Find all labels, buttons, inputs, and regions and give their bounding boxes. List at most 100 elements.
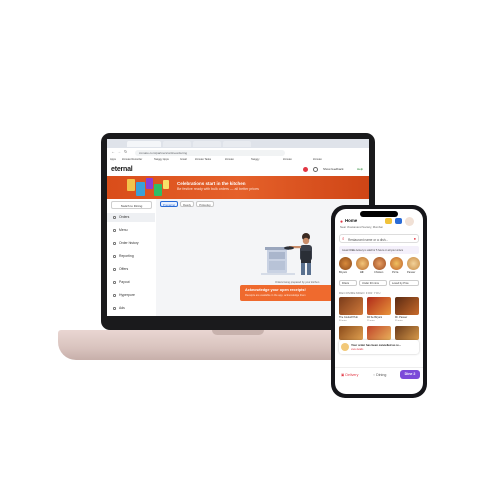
sidebar-item-orders[interactable]: Orders: [107, 213, 155, 222]
category-chicken[interactable]: [373, 257, 386, 270]
bottom-tab-label: Delivery: [345, 373, 359, 377]
location-subtitle: Near Vivekanand Society, Mumbai: [340, 225, 383, 229]
bookmark[interactable]: Zomato: [225, 158, 234, 161]
phone-screen: ● Home Near Vivekanand Society, Mumbai ⌕…: [335, 209, 423, 394]
promo-strip[interactable]: Great FREE delivery is valid for 5 hours…: [339, 246, 419, 254]
sidebar-item-hyperpure[interactable]: Hyperpure: [107, 291, 155, 300]
tab-pickedup[interactable]: Pickedup: [196, 201, 214, 207]
offers-badge-icon[interactable]: [395, 218, 402, 224]
sidebar-item-order-history[interactable]: Order history: [107, 239, 155, 248]
category-biryani[interactable]: [339, 257, 352, 270]
bookmark[interactable]: Swiggy Apps: [154, 158, 169, 161]
dining-cta-button[interactable]: Dine 2: [400, 370, 420, 379]
help-link[interactable]: Help: [357, 167, 363, 171]
under-30-chip[interactable]: Under 30 mins: [359, 280, 387, 286]
category-pizza[interactable]: [390, 257, 403, 270]
filter-chip-label: Loved by Pros: [392, 282, 409, 286]
bookmark[interactable]: Zomato Tasks: [195, 158, 211, 161]
search-icon: ⌕: [342, 236, 345, 241]
dining-icon: ◌: [373, 373, 376, 377]
order-cancelled-toast[interactable]: Your order has been cancelled as re... v…: [339, 340, 419, 354]
eternal-logo: eternal: [111, 166, 133, 173]
browser-tab[interactable]: [193, 141, 221, 147]
category-paneer[interactable]: [407, 257, 420, 270]
tab-dining[interactable]: ◌ Dining: [373, 371, 386, 379]
gift-box-illustration: [136, 182, 145, 196]
gift-box-illustration: [127, 179, 135, 191]
bookmark[interactable]: Zomato: [283, 158, 292, 161]
restaurant-card[interactable]: [395, 297, 419, 315]
sidebar-item-reporting[interactable]: Reporting: [107, 252, 155, 261]
back-icon[interactable]: ←: [111, 149, 115, 154]
sidebar-item-ads[interactable]: Ads: [107, 304, 155, 313]
phone-dynamic-island: [360, 211, 398, 217]
restaurant-meta: 30 mins: [339, 320, 347, 322]
toast-title: Your order has been cancelled as re...: [351, 343, 402, 347]
sidebar-item-label: Offers: [119, 267, 129, 271]
category-label: Paneer: [407, 271, 416, 274]
history-icon: [113, 242, 116, 245]
laptop-opening-notch: [212, 330, 264, 335]
gift-box-illustration: [163, 180, 169, 189]
reload-icon[interactable]: ↻: [124, 149, 127, 154]
restaurant-meta: 25 mins: [367, 320, 375, 322]
category-label: All: [360, 271, 364, 274]
promo-text: Great FREE delivery is valid for 5 hours…: [342, 248, 404, 252]
search-placeholder: Restaurant name or a dish...: [348, 237, 389, 242]
profile-avatar[interactable]: [405, 217, 414, 226]
gold-badge-icon[interactable]: [385, 218, 392, 224]
forward-icon[interactable]: →: [117, 149, 121, 154]
restaurant-card[interactable]: [395, 326, 419, 340]
restaurant-card[interactable]: [367, 326, 391, 340]
restaurant-card[interactable]: [367, 297, 391, 315]
browser-tab[interactable]: [163, 141, 191, 147]
filters-chip[interactable]: Filters: [339, 280, 357, 286]
category-label: Chicken: [374, 271, 384, 274]
bookmark[interactable]: Zomato Recorder: [122, 158, 142, 161]
mic-icon[interactable]: ●: [414, 236, 416, 241]
browser-tab[interactable]: [223, 141, 251, 147]
toast-link[interactable]: view details: [351, 348, 363, 351]
ack-subtitle: Receipts are available in the app, ackno…: [245, 294, 306, 297]
sidebar-item-payout[interactable]: Payout: [107, 278, 155, 287]
category-label: Pizza: [392, 271, 399, 274]
tab-preparing[interactable]: Preparing: [160, 201, 178, 207]
sidebar-item-label: Order history: [119, 241, 139, 245]
sidebar-item-menu[interactable]: Menu: [107, 226, 155, 235]
settings-icon[interactable]: [313, 167, 318, 172]
notification-icon[interactable]: [303, 167, 308, 172]
bookmark[interactable]: Zomato: [313, 158, 322, 161]
bookmark[interactable]: Swiggy: [251, 158, 259, 161]
search-bar[interactable]: ⌕ Restaurant name or a dish... ●: [339, 234, 419, 243]
switch-to-dining-button[interactable]: Switch to Dining: [111, 201, 152, 209]
sidebar: Switch to Dining Orders Menu Order histo…: [107, 199, 157, 316]
orders-icon: [113, 216, 116, 219]
delivery-icon: ▣: [341, 373, 345, 377]
filter-chip-label: Under 30 mins: [362, 282, 379, 286]
loved-by-pros-chip[interactable]: Loved by Pros: [389, 280, 419, 286]
payout-icon: [113, 281, 116, 284]
address-bar[interactable]: zomato.com/partners/onlineordering: [135, 149, 285, 156]
bookmark[interactable]: Gmail: [180, 158, 187, 161]
sidebar-item-offers[interactable]: Offers: [107, 265, 155, 274]
tab-ready[interactable]: Ready: [180, 201, 194, 207]
restaurant-card[interactable]: [339, 297, 363, 315]
banner-title: Celebrations start in the kitchen: [177, 181, 246, 186]
banner-subtitle: Be festive ready with bulk orders — all …: [177, 187, 259, 191]
promo-banner[interactable]: Celebrations start in the kitchen Be fes…: [107, 176, 369, 199]
tab-delivery[interactable]: ▣ Delivery: [341, 371, 358, 379]
browser-tab-strip: [107, 139, 369, 148]
location-title[interactable]: Home: [345, 218, 357, 223]
gift-box-illustration: [154, 184, 162, 196]
browser-tab[interactable]: [127, 141, 161, 147]
bookmark[interactable]: Apps: [110, 158, 116, 161]
feedback-link[interactable]: Show feedback: [323, 167, 344, 171]
menu-icon: [113, 229, 116, 232]
restaurant-name: Dil Se Biryani: [367, 316, 383, 319]
ads-icon: [113, 307, 116, 310]
category-all[interactable]: [356, 257, 369, 270]
sidebar-item-label: Reporting: [119, 254, 134, 258]
restaurant-card[interactable]: [339, 326, 363, 340]
sidebar-item-label: Menu: [119, 228, 128, 232]
sidebar-item-label: Ads: [119, 306, 125, 310]
